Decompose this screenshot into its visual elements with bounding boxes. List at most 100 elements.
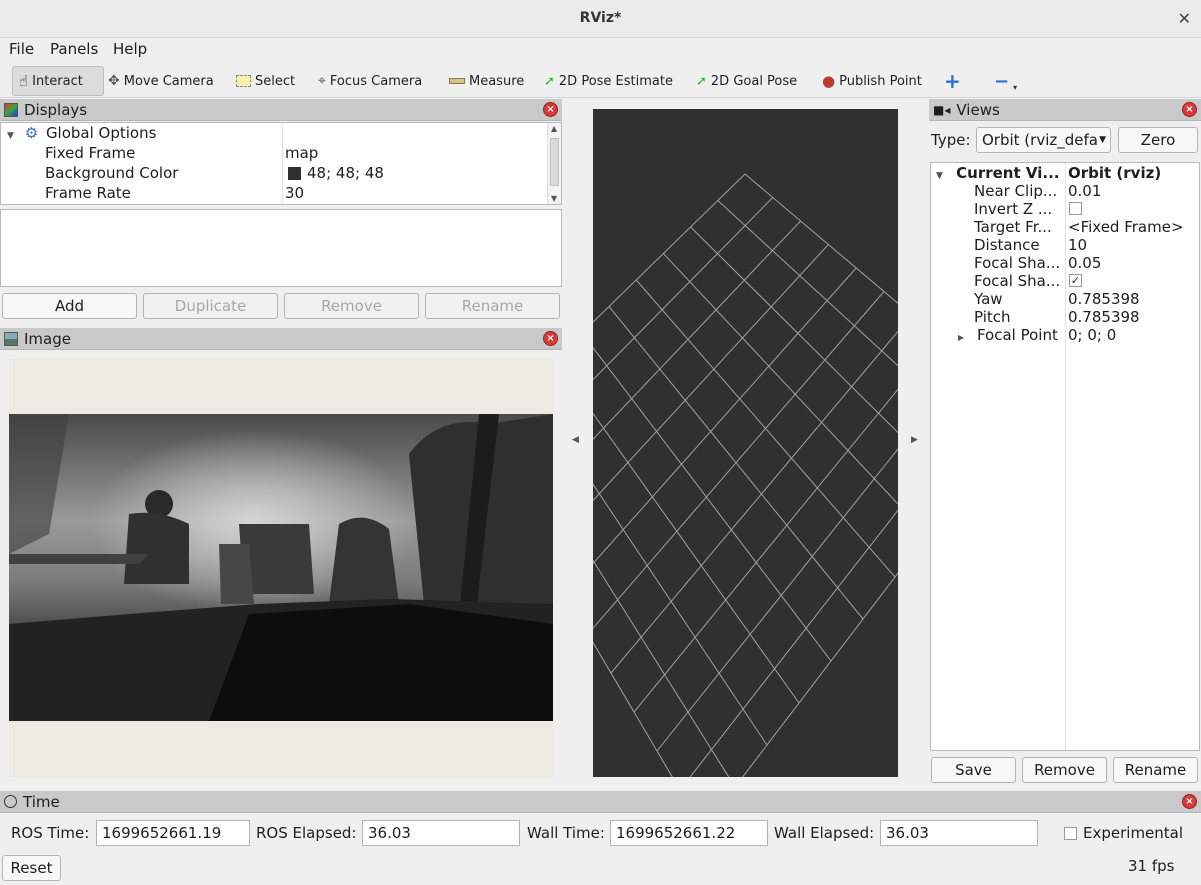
close-icon[interactable]: × (543, 331, 558, 346)
move-camera-label: Move Camera (123, 73, 214, 89)
menu-panels[interactable]: Panels (50, 40, 98, 58)
window-title: RViz* (579, 10, 622, 26)
focal-shape-fixed-label: Focal Sha... (974, 272, 1061, 290)
global-options-row[interactable]: ▼ ⚙ Global Options (7, 123, 156, 143)
menu-help[interactable]: Help (113, 40, 147, 58)
focal-point-value[interactable]: 0; 0; 0 (1068, 325, 1116, 345)
publish-point-tool-button[interactable]: ● Publish Point (822, 66, 922, 96)
image-canvas (9, 359, 553, 777)
scroll-up-icon[interactable]: ▲ (551, 124, 557, 133)
distance-value[interactable]: 10 (1068, 235, 1087, 255)
displays-tree: ▼ ⚙ Global Options Fixed Frame map Backg… (0, 122, 562, 205)
displays-scrollbar[interactable]: ▲ ▼ (547, 123, 561, 204)
chevron-down-icon: ▼ (1097, 128, 1106, 152)
experimental-checkbox[interactable] (1064, 827, 1077, 840)
select-box-icon (236, 75, 251, 87)
crosshair-icon: ⌖ (318, 73, 326, 89)
remove-tool-minus-icon[interactable]: − ▾ (994, 66, 1017, 96)
image-panel: Image × (0, 328, 562, 786)
close-icon[interactable]: ✕ (1178, 9, 1191, 28)
green-arrow-icon: ➚ (696, 73, 707, 89)
pose-estimate-tool-button[interactable]: ➚ 2D Pose Estimate (544, 66, 673, 96)
monitor-icon (4, 102, 18, 117)
yaw-value[interactable]: 0.785398 (1068, 289, 1140, 309)
camera-icon: ■◂ (933, 102, 951, 117)
gear-icon: ⚙ (24, 124, 39, 142)
invert-z-checkbox[interactable] (1069, 202, 1082, 215)
reset-button[interactable]: Reset (2, 855, 61, 881)
duplicate-button[interactable]: Duplicate (143, 293, 278, 319)
focus-camera-label: Focus Camera (329, 73, 423, 89)
map-pin-icon: ● (822, 72, 836, 90)
grid-line (564, 267, 857, 596)
select-tool-button[interactable]: Select (236, 66, 295, 96)
close-icon[interactable]: × (543, 102, 558, 117)
close-icon[interactable]: × (1182, 102, 1197, 117)
grid-line (744, 173, 1024, 410)
focal-shape-fixed-checkbox[interactable]: ✓ (1069, 274, 1082, 287)
publish-point-label: Publish Point (839, 73, 922, 89)
focal-shape-size-value[interactable]: 0.05 (1068, 253, 1101, 273)
grid-line (495, 197, 774, 479)
collapse-left-icon[interactable]: ◀ (572, 435, 579, 445)
target-frame-value[interactable]: <Fixed Frame> (1068, 217, 1184, 237)
wall-elapsed-field[interactable]: 36.03 (880, 820, 1038, 846)
image-icon (4, 331, 18, 346)
grid-line (526, 385, 768, 746)
goal-pose-label: 2D Goal Pose (710, 73, 798, 89)
save-view-button[interactable]: Save (931, 757, 1016, 783)
grid-line (610, 314, 913, 674)
yaw-label: Yaw (974, 290, 1003, 308)
image-title: Image (24, 329, 71, 348)
right-dock-collapse[interactable]: ▶ (906, 99, 922, 789)
frame-rate-value[interactable]: 30 (285, 183, 304, 203)
measure-label: Measure (469, 73, 525, 89)
remove-view-button[interactable]: Remove (1022, 757, 1107, 783)
pitch-value[interactable]: 0.785398 (1068, 307, 1140, 327)
wall-time-label: Wall Time: (527, 824, 605, 842)
hand-icon: ☝ (19, 72, 29, 90)
global-options-label: Global Options (45, 124, 157, 142)
remove-display-button[interactable]: Remove (284, 293, 419, 319)
grid-line (717, 200, 992, 452)
column-divider (1065, 163, 1066, 750)
pitch-label: Pitch (974, 308, 1011, 326)
time-panel: Time × ROS Time: 1699652661.19 ROS Elaps… (0, 791, 1201, 885)
grid-line (541, 244, 829, 557)
ros-elapsed-field[interactable]: 36.03 (362, 820, 520, 846)
display-description-box (0, 209, 562, 287)
focal-point-row[interactable]: ▶ Focal Point (958, 325, 1058, 345)
collapse-right-icon[interactable]: ▶ (911, 435, 918, 445)
rename-view-button[interactable]: Rename (1113, 757, 1198, 783)
add-tool-plus-icon[interactable]: + (944, 66, 961, 96)
move-camera-tool-button[interactable]: ✥ Move Camera (108, 66, 214, 96)
near-clip-value[interactable]: 0.01 (1068, 181, 1101, 201)
current-view-row[interactable]: ▼ Current Vi... (936, 163, 1059, 183)
close-icon[interactable]: × (1182, 794, 1197, 809)
ros-time-field[interactable]: 1699652661.19 (96, 820, 250, 846)
add-button[interactable]: Add (2, 293, 137, 319)
target-frame-label: Target Fr... (974, 218, 1052, 236)
current-view-label: Current Vi... (956, 164, 1060, 182)
wall-time-field[interactable]: 1699652661.22 (610, 820, 768, 846)
grid-line (518, 220, 801, 518)
background-color-value[interactable]: 48; 48; 48 (288, 163, 384, 183)
left-dock-collapse[interactable]: ◀ (567, 99, 583, 789)
scrollbar-thumb[interactable] (550, 138, 559, 186)
view-type-select[interactable]: Orbit (rviz_defa ▼ (976, 127, 1111, 153)
experimental-label: Experimental (1083, 824, 1184, 842)
fixed-frame-value[interactable]: map (285, 143, 318, 163)
views-panel: ■◂ Views × Type: Orbit (rviz_defa ▼ Zero… (929, 99, 1201, 789)
interact-tool-button[interactable]: ☝ Interact (12, 66, 104, 96)
zero-button[interactable]: Zero (1118, 127, 1198, 153)
measure-tool-button[interactable]: Measure (449, 66, 524, 96)
rename-display-button[interactable]: Rename (425, 293, 560, 319)
menu-file[interactable]: File (9, 40, 34, 58)
render-viewport[interactable] (472, 109, 1024, 830)
goal-pose-tool-button[interactable]: ➚ 2D Goal Pose (696, 66, 797, 96)
focus-camera-tool-button[interactable]: ⌖ Focus Camera (318, 66, 422, 96)
scroll-down-icon[interactable]: ▼ (551, 194, 557, 203)
grid-svg (472, 173, 1024, 830)
depth-image (9, 414, 553, 721)
move-arrows-icon: ✥ (108, 73, 120, 89)
